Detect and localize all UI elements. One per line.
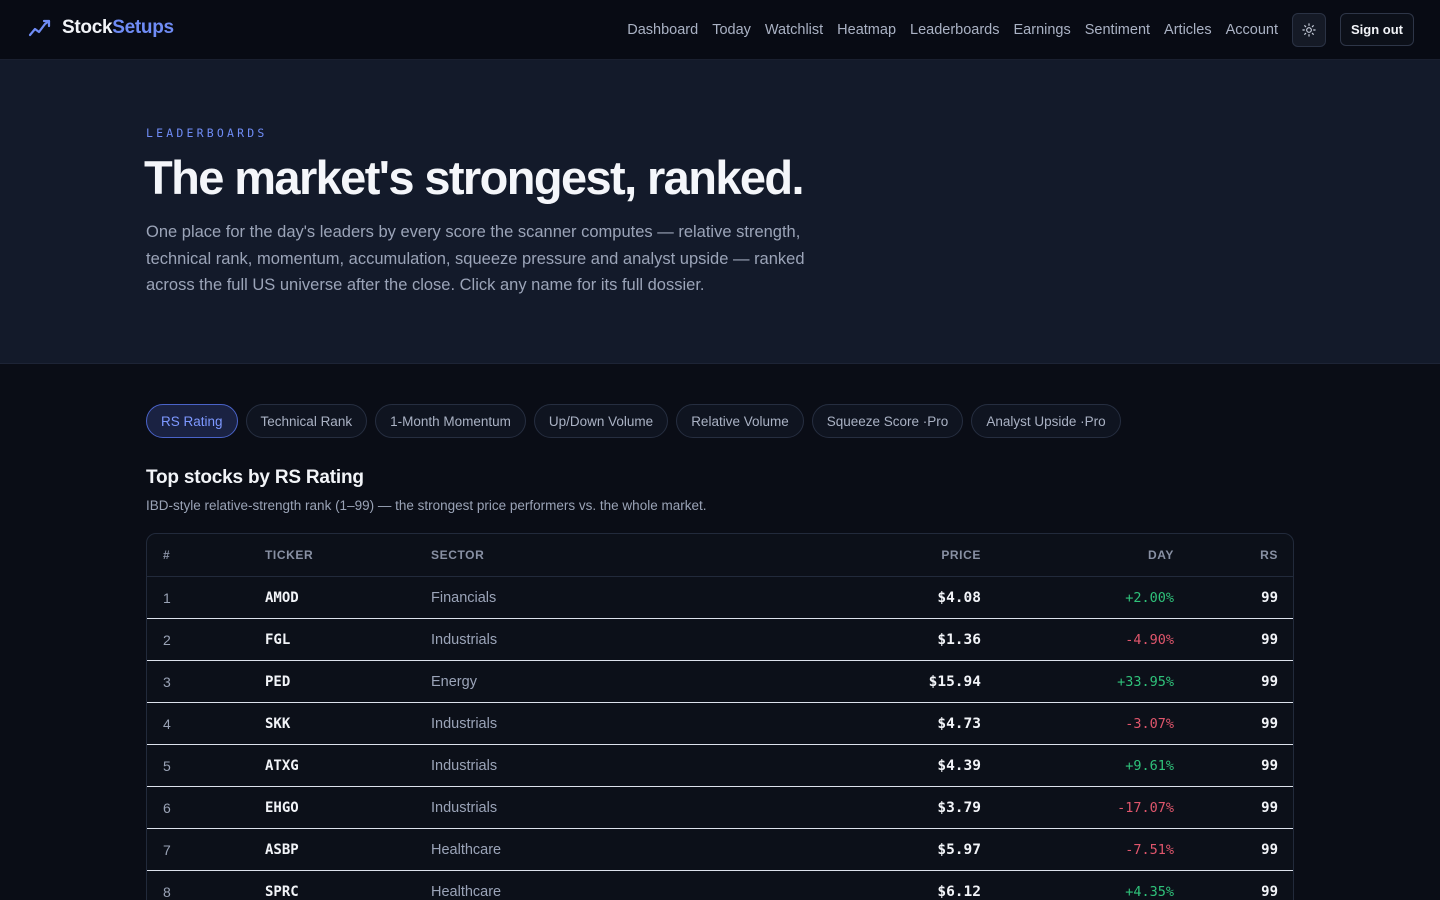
top-navigation-bar: StockSetups Dashboard Today Watchlist He…: [0, 0, 1440, 60]
column-header-rs[interactable]: RS: [1174, 548, 1278, 562]
hero-section: LEADERBOARDS The market's strongest, ran…: [0, 60, 1440, 364]
tab-relative-volume[interactable]: Relative Volume: [676, 404, 804, 438]
sun-icon: [1302, 23, 1316, 37]
cell-sector: Industrials: [431, 715, 498, 732]
sign-out-button[interactable]: Sign out: [1340, 13, 1414, 46]
brand-name: StockSetups: [62, 17, 174, 39]
table-row[interactable]: 7 ASBP Healthcare $5.97 -7.51% 99: [147, 829, 1293, 871]
nav-item-today[interactable]: Today: [712, 22, 751, 38]
cell-price: $1.36: [937, 631, 981, 648]
cell-day-change: +9.61%: [1125, 757, 1174, 774]
cell-price: $15.94: [928, 673, 981, 690]
cell-rs-rating: 99: [1261, 715, 1278, 732]
cell-ticker[interactable]: EHGO: [265, 800, 431, 816]
cell-rs-rating: 99: [1261, 631, 1278, 648]
nav-item-watchlist[interactable]: Watchlist: [765, 22, 823, 38]
cell-rs-rating: 99: [1261, 883, 1278, 900]
column-header-ticker[interactable]: TICKER: [265, 548, 431, 562]
table-row[interactable]: 6 EHGO Industrials $3.79 -17.07% 99: [147, 787, 1293, 829]
cell-ticker[interactable]: SPRC: [265, 884, 431, 900]
section-subtitle: IBD-style relative-strength rank (1–99) …: [146, 498, 707, 513]
trending-up-icon: [28, 19, 51, 37]
cell-ticker[interactable]: ATXG: [265, 758, 431, 774]
hero-description: One place for the day's leaders by every…: [146, 223, 805, 294]
nav-item-earnings[interactable]: Earnings: [1014, 22, 1071, 38]
cell-price: $5.97: [937, 841, 981, 858]
cell-rs-rating: 99: [1261, 589, 1278, 606]
cell-day-change: -7.51%: [1125, 841, 1174, 858]
nav-item-articles[interactable]: Articles: [1164, 22, 1212, 38]
main-nav: Dashboard Today Watchlist Heatmap Leader…: [627, 0, 1278, 60]
theme-toggle-button[interactable]: [1292, 13, 1326, 47]
cell-rs-rating: 99: [1261, 841, 1278, 858]
tab-squeeze-score[interactable]: Squeeze Score ·Pro: [811, 404, 964, 438]
table-row[interactable]: 3 PED Energy $15.94 +33.95% 99: [147, 661, 1293, 703]
cell-rs-rating: 99: [1261, 673, 1278, 690]
cell-price: $4.73: [937, 715, 981, 732]
tab-1-month-momentum[interactable]: 1-Month Momentum: [375, 404, 526, 438]
cell-sector: Industrials: [431, 631, 498, 648]
table-row[interactable]: 8 SPRC Healthcare $6.12 +4.35% 99: [147, 871, 1293, 900]
section-title: Top stocks by RS Rating: [146, 467, 364, 488]
cell-day-change: -3.07%: [1125, 715, 1174, 732]
cell-day-change: -17.07%: [1117, 799, 1174, 816]
cell-rank: 2: [163, 631, 171, 648]
cell-ticker[interactable]: FGL: [265, 632, 431, 648]
cell-sector: Healthcare: [431, 883, 502, 900]
cell-ticker[interactable]: ASBP: [265, 842, 431, 858]
table-body: 1 AMOD Financials $4.08 +2.00% 99 2 FGL Industri…: [147, 577, 1293, 900]
column-header-day[interactable]: DAY: [981, 548, 1174, 562]
cell-rank: 1: [163, 589, 171, 606]
cell-rank: 5: [163, 757, 171, 774]
cell-price: $3.79: [937, 799, 981, 816]
tab-rs-rating[interactable]: RS Rating: [146, 404, 238, 438]
cell-rank: 6: [163, 799, 171, 816]
cell-price: $4.39: [937, 757, 981, 774]
cell-price: $4.08: [937, 589, 981, 606]
cell-sector: Healthcare: [431, 841, 502, 858]
leaderboard-table: # TICKER SECTOR PRICE DAY RS 1 AMOD Financ…: [146, 533, 1294, 900]
cell-ticker[interactable]: SKK: [265, 716, 431, 732]
table-header-row: # TICKER SECTOR PRICE DAY RS: [147, 534, 1293, 577]
nav-item-account[interactable]: Account: [1226, 22, 1278, 38]
cell-rank: 7: [163, 841, 171, 858]
table-row[interactable]: 4 SKK Industrials $4.73 -3.07% 99: [147, 703, 1293, 745]
column-header-sector[interactable]: SECTOR: [431, 548, 791, 562]
cell-day-change: +4.35%: [1125, 883, 1174, 900]
page-title: The market's strongest, ranked.: [144, 151, 805, 204]
cell-day-change: +33.95%: [1117, 673, 1174, 690]
leaderboard-tabs: RS Rating Technical Rank 1-Month Momentu…: [146, 404, 1121, 438]
nav-item-dashboard[interactable]: Dashboard: [627, 22, 698, 38]
brand-logo[interactable]: StockSetups: [28, 14, 174, 42]
column-header-price[interactable]: PRICE: [791, 548, 981, 562]
table-row[interactable]: 2 FGL Industrials $1.36 -4.90% 99: [147, 619, 1293, 661]
column-header-rank[interactable]: #: [147, 548, 265, 562]
cell-sector: Industrials: [431, 757, 498, 774]
cell-rs-rating: 99: [1261, 799, 1278, 816]
cell-day-change: +2.00%: [1125, 589, 1174, 606]
cell-rank: 4: [163, 715, 171, 732]
cell-sector: Energy: [431, 673, 477, 690]
cell-price: $6.12: [937, 883, 981, 900]
cell-sector: Industrials: [431, 799, 498, 816]
hero-eyebrow: LEADERBOARDS: [146, 126, 268, 140]
cell-rank: 8: [163, 883, 171, 900]
cell-day-change: -4.90%: [1125, 631, 1174, 648]
cell-rank: 3: [163, 673, 171, 690]
brand-name-part2: Setups: [112, 17, 174, 38]
cell-ticker[interactable]: AMOD: [265, 590, 431, 606]
nav-item-leaderboards[interactable]: Leaderboards: [910, 22, 1000, 38]
tab-up-down-volume[interactable]: Up/Down Volume: [533, 404, 669, 438]
cell-ticker[interactable]: PED: [265, 674, 431, 690]
brand-name-part1: Stock: [62, 17, 113, 38]
nav-item-sentiment[interactable]: Sentiment: [1085, 22, 1150, 38]
table-row[interactable]: 1 AMOD Financials $4.08 +2.00% 99: [147, 577, 1293, 619]
cell-rs-rating: 99: [1261, 757, 1278, 774]
nav-item-heatmap[interactable]: Heatmap: [837, 22, 896, 38]
tab-technical-rank[interactable]: Technical Rank: [245, 404, 368, 438]
table-row[interactable]: 5 ATXG Industrials $4.39 +9.61% 99: [147, 745, 1293, 787]
tab-analyst-upside[interactable]: Analyst Upside ·Pro: [971, 404, 1121, 438]
cell-sector: Financials: [431, 589, 497, 606]
